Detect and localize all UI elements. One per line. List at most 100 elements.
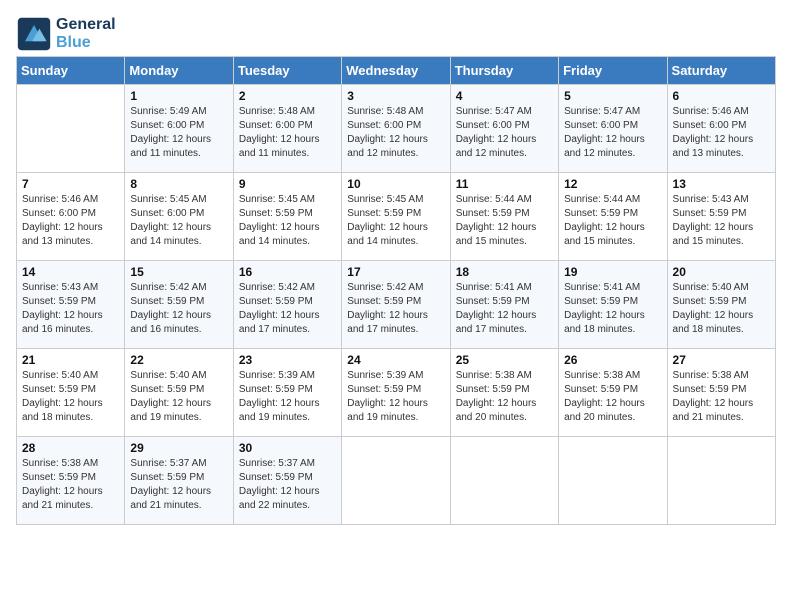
day-info: Sunrise: 5:38 AM Sunset: 5:59 PM Dayligh… xyxy=(22,457,119,513)
calendar-cell: 14 Sunrise: 5:43 AM Sunset: 5:59 PM Dayli… xyxy=(17,261,125,349)
calendar-cell: 26 Sunrise: 5:38 AM Sunset: 5:59 PM Dayli… xyxy=(559,349,667,437)
day-number: 20 xyxy=(673,265,770,279)
day-number: 15 xyxy=(130,265,227,279)
calendar-cell: 22 Sunrise: 5:40 AM Sunset: 5:59 PM Dayli… xyxy=(125,349,233,437)
weekday-header: Thursday xyxy=(450,57,558,85)
day-number: 26 xyxy=(564,353,661,367)
calendar-cell: 12Sunrise: 5:44 AM Sunset: 5:59 PM Dayli… xyxy=(559,173,667,261)
calendar-body: 1Sunrise: 5:49 AM Sunset: 6:00 PM Daylig… xyxy=(17,85,776,525)
day-number: 13 xyxy=(673,177,770,191)
day-number: 23 xyxy=(239,353,336,367)
logo-line1: General xyxy=(56,16,116,34)
day-info: Sunrise: 5:42 AM Sunset: 5:59 PM Dayligh… xyxy=(130,281,227,337)
day-number: 21 xyxy=(22,353,119,367)
calendar-cell: 30Sunrise: 5:37 AM Sunset: 5:59 PM Dayli… xyxy=(233,437,341,525)
day-info: Sunrise: 5:41 AM Sunset: 5:59 PM Dayligh… xyxy=(564,281,661,337)
day-info: Sunrise: 5:40 AM Sunset: 5:59 PM Dayligh… xyxy=(22,369,119,425)
calendar-cell: 13 Sunrise: 5:43 AM Sunset: 5:59 PM Dayli… xyxy=(667,173,775,261)
calendar-cell: 10 Sunrise: 5:45 AM Sunset: 5:59 PM Dayli… xyxy=(342,173,450,261)
day-number: 25 xyxy=(456,353,553,367)
calendar-cell: 5 Sunrise: 5:47 AM Sunset: 6:00 PM Daylig… xyxy=(559,85,667,173)
day-number: 11 xyxy=(456,177,553,191)
calendar-week-row: 21 Sunrise: 5:40 AM Sunset: 5:59 PM Dayli… xyxy=(17,349,776,437)
day-info: Sunrise: 5:43 AM Sunset: 5:59 PM Dayligh… xyxy=(22,281,119,337)
day-info: Sunrise: 5:46 AM Sunset: 6:00 PM Dayligh… xyxy=(22,193,119,249)
calendar-week-row: 28 Sunrise: 5:38 AM Sunset: 5:59 PM Dayli… xyxy=(17,437,776,525)
day-info: Sunrise: 5:45 AM Sunset: 5:59 PM Dayligh… xyxy=(239,193,336,249)
calendar-cell: 17 Sunrise: 5:42 AM Sunset: 5:59 PM Dayli… xyxy=(342,261,450,349)
calendar-cell: 4 Sunrise: 5:47 AM Sunset: 6:00 PM Daylig… xyxy=(450,85,558,173)
day-number: 14 xyxy=(22,265,119,279)
logo: General Blue xyxy=(16,16,116,52)
day-info: Sunrise: 5:40 AM Sunset: 5:59 PM Dayligh… xyxy=(130,369,227,425)
calendar-cell: 15 Sunrise: 5:42 AM Sunset: 5:59 PM Dayli… xyxy=(125,261,233,349)
day-info: Sunrise: 5:41 AM Sunset: 5:59 PM Dayligh… xyxy=(456,281,553,337)
day-number: 24 xyxy=(347,353,444,367)
weekday-row: SundayMondayTuesdayWednesdayThursdayFrid… xyxy=(17,57,776,85)
calendar-cell: 29Sunrise: 5:37 AM Sunset: 5:59 PM Dayli… xyxy=(125,437,233,525)
calendar-cell: 1Sunrise: 5:49 AM Sunset: 6:00 PM Daylig… xyxy=(125,85,233,173)
calendar-cell xyxy=(17,85,125,173)
day-info: Sunrise: 5:43 AM Sunset: 5:59 PM Dayligh… xyxy=(673,193,770,249)
day-number: 19 xyxy=(564,265,661,279)
day-info: Sunrise: 5:37 AM Sunset: 5:59 PM Dayligh… xyxy=(130,457,227,513)
day-number: 17 xyxy=(347,265,444,279)
day-info: Sunrise: 5:44 AM Sunset: 5:59 PM Dayligh… xyxy=(564,193,661,249)
day-number: 18 xyxy=(456,265,553,279)
calendar-week-row: 1Sunrise: 5:49 AM Sunset: 6:00 PM Daylig… xyxy=(17,85,776,173)
calendar-cell: 21 Sunrise: 5:40 AM Sunset: 5:59 PM Dayli… xyxy=(17,349,125,437)
calendar-cell: 20 Sunrise: 5:40 AM Sunset: 5:59 PM Dayli… xyxy=(667,261,775,349)
day-number: 5 xyxy=(564,89,661,103)
calendar-cell: 2 Sunrise: 5:48 AM Sunset: 6:00 PM Daylig… xyxy=(233,85,341,173)
day-number: 1 xyxy=(130,89,227,103)
day-number: 16 xyxy=(239,265,336,279)
day-number: 27 xyxy=(673,353,770,367)
day-number: 9 xyxy=(239,177,336,191)
day-number: 7 xyxy=(22,177,119,191)
calendar-week-row: 7 Sunrise: 5:46 AM Sunset: 6:00 PM Daylig… xyxy=(17,173,776,261)
day-info: Sunrise: 5:42 AM Sunset: 5:59 PM Dayligh… xyxy=(239,281,336,337)
weekday-header: Saturday xyxy=(667,57,775,85)
calendar-cell: 6Sunrise: 5:46 AM Sunset: 6:00 PM Daylig… xyxy=(667,85,775,173)
day-info: Sunrise: 5:40 AM Sunset: 5:59 PM Dayligh… xyxy=(673,281,770,337)
calendar-cell: 27 Sunrise: 5:38 AM Sunset: 5:59 PM Dayli… xyxy=(667,349,775,437)
day-info: Sunrise: 5:37 AM Sunset: 5:59 PM Dayligh… xyxy=(239,457,336,513)
calendar-cell xyxy=(450,437,558,525)
logo-icon xyxy=(16,16,52,52)
calendar-cell: 7 Sunrise: 5:46 AM Sunset: 6:00 PM Daylig… xyxy=(17,173,125,261)
day-number: 22 xyxy=(130,353,227,367)
calendar-table: SundayMondayTuesdayWednesdayThursdayFrid… xyxy=(16,56,776,525)
day-info: Sunrise: 5:48 AM Sunset: 6:00 PM Dayligh… xyxy=(239,105,336,161)
day-info: Sunrise: 5:45 AM Sunset: 5:59 PM Dayligh… xyxy=(347,193,444,249)
weekday-header: Tuesday xyxy=(233,57,341,85)
day-info: Sunrise: 5:42 AM Sunset: 5:59 PM Dayligh… xyxy=(347,281,444,337)
day-number: 6 xyxy=(673,89,770,103)
day-number: 10 xyxy=(347,177,444,191)
day-info: Sunrise: 5:39 AM Sunset: 5:59 PM Dayligh… xyxy=(347,369,444,425)
calendar-header: SundayMondayTuesdayWednesdayThursdayFrid… xyxy=(17,57,776,85)
calendar-cell xyxy=(667,437,775,525)
day-number: 4 xyxy=(456,89,553,103)
day-info: Sunrise: 5:38 AM Sunset: 5:59 PM Dayligh… xyxy=(673,369,770,425)
weekday-header: Sunday xyxy=(17,57,125,85)
day-number: 2 xyxy=(239,89,336,103)
day-info: Sunrise: 5:38 AM Sunset: 5:59 PM Dayligh… xyxy=(456,369,553,425)
calendar-cell xyxy=(559,437,667,525)
calendar-week-row: 14 Sunrise: 5:43 AM Sunset: 5:59 PM Dayli… xyxy=(17,261,776,349)
calendar-cell: 25 Sunrise: 5:38 AM Sunset: 5:59 PM Dayli… xyxy=(450,349,558,437)
day-number: 28 xyxy=(22,441,119,455)
calendar-cell: 18 Sunrise: 5:41 AM Sunset: 5:59 PM Dayli… xyxy=(450,261,558,349)
calendar-cell: 19 Sunrise: 5:41 AM Sunset: 5:59 PM Dayli… xyxy=(559,261,667,349)
day-info: Sunrise: 5:47 AM Sunset: 6:00 PM Dayligh… xyxy=(564,105,661,161)
weekday-header: Monday xyxy=(125,57,233,85)
calendar-cell: 16 Sunrise: 5:42 AM Sunset: 5:59 PM Dayli… xyxy=(233,261,341,349)
day-info: Sunrise: 5:48 AM Sunset: 6:00 PM Dayligh… xyxy=(347,105,444,161)
calendar-cell xyxy=(342,437,450,525)
day-info: Sunrise: 5:39 AM Sunset: 5:59 PM Dayligh… xyxy=(239,369,336,425)
calendar-cell: 3Sunrise: 5:48 AM Sunset: 6:00 PM Daylig… xyxy=(342,85,450,173)
calendar-cell: 28 Sunrise: 5:38 AM Sunset: 5:59 PM Dayli… xyxy=(17,437,125,525)
calendar-cell: 23 Sunrise: 5:39 AM Sunset: 5:59 PM Dayli… xyxy=(233,349,341,437)
day-info: Sunrise: 5:47 AM Sunset: 6:00 PM Dayligh… xyxy=(456,105,553,161)
day-info: Sunrise: 5:38 AM Sunset: 5:59 PM Dayligh… xyxy=(564,369,661,425)
weekday-header: Wednesday xyxy=(342,57,450,85)
